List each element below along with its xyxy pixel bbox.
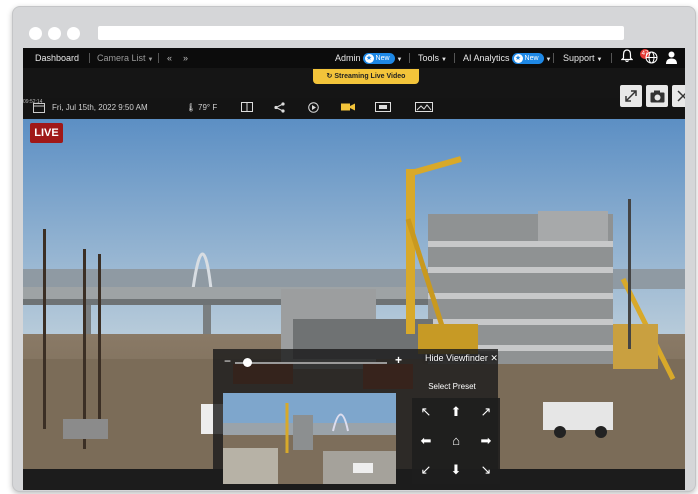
chevron-down-icon: ▼ — [545, 57, 552, 63]
fullscreen-button[interactable] — [620, 85, 642, 107]
pan-down-left-button[interactable]: ↙ — [415, 459, 437, 481]
play-icon[interactable] — [308, 102, 319, 114]
new-badge: ★ New — [511, 53, 544, 65]
browser-frame: Dashboard Camera List ▼ « » Admin ★ New ▼ To… — [12, 6, 696, 492]
expand-icon — [625, 90, 637, 102]
pan-right-button[interactable]: ➡ — [475, 430, 497, 452]
pan-up-button[interactable]: ⬆ — [445, 401, 467, 423]
admin-label: Admin — [335, 53, 361, 63]
nav-admin[interactable]: Admin ★ New ▼ — [335, 48, 402, 68]
nav-divider — [553, 53, 554, 63]
support-label: Support — [563, 53, 595, 63]
viewfinder-thumbnail[interactable] — [223, 393, 396, 484]
prev-camera-button[interactable]: « — [167, 48, 172, 68]
window-dot-2 — [48, 27, 61, 40]
hide-viewfinder-button[interactable]: Hide Viewfinder ✕ — [425, 351, 498, 365]
refresh-icon: ↻ — [326, 73, 333, 80]
camera-icon — [650, 90, 664, 102]
nav-ai-analytics[interactable]: AI Analytics ★ New ▼ — [463, 48, 552, 68]
streaming-label: Streaming Live Video — [334, 73, 406, 80]
zoom-out-button[interactable]: − — [224, 354, 231, 368]
zoom-in-button[interactable]: + — [395, 353, 402, 367]
chevron-down-icon: ▼ — [147, 57, 154, 63]
camera-info-bar: 09:52:14 Fri, Jul 15th, 2022 9:50 AM 🌡 7… — [23, 98, 685, 118]
chevron-down-icon: ▼ — [396, 57, 403, 63]
streaming-status-badge: ↻ Streaming Live Video — [313, 69, 419, 84]
ai-analytics-label: AI Analytics — [463, 53, 510, 63]
home-icon[interactable]: ⌂ — [445, 430, 467, 452]
nav-divider — [158, 53, 159, 63]
pan-up-right-button[interactable]: ↗ — [475, 401, 497, 423]
nav-divider — [409, 53, 410, 63]
zoom-slider-handle[interactable] — [242, 358, 252, 367]
chevron-down-icon: ▼ — [596, 57, 603, 63]
window-dot-1 — [29, 27, 42, 40]
next-camera-button[interactable]: » — [183, 48, 188, 68]
thermometer-icon: 🌡 — [186, 103, 197, 112]
window-dot-3 — [67, 27, 80, 40]
pan-down-right-button[interactable]: ↘ — [475, 459, 497, 481]
hide-viewfinder-label: Hide Viewfinder — [425, 353, 488, 363]
close-icon: ✕ — [490, 353, 498, 363]
share-icon[interactable] — [274, 102, 285, 114]
zoom-slider-track[interactable] — [235, 362, 387, 364]
chevron-down-icon: ▼ — [441, 57, 447, 63]
nav-divider — [89, 53, 90, 63]
nav-tools[interactable]: Tools ▼ — [418, 48, 447, 68]
address-bar[interactable] — [98, 26, 624, 40]
camera-list-label: Camera List — [97, 53, 146, 63]
top-navbar: Dashboard Camera List ▼ « » Admin ★ New ▼ To… — [23, 48, 685, 68]
new-badge-label: New — [524, 55, 539, 63]
new-badge: ★ New — [362, 53, 395, 65]
video-clip-icon[interactable] — [375, 102, 391, 114]
split-view-icon[interactable] — [241, 102, 253, 114]
nav-camera-list[interactable]: Camera List ▼ — [97, 48, 153, 68]
star-icon: ★ — [513, 54, 523, 64]
live-badge: LIVE — [30, 123, 63, 143]
star-icon: ★ — [364, 54, 374, 64]
nav-support[interactable]: Support ▼ — [563, 48, 602, 68]
temperature-display: 79° F — [198, 103, 218, 112]
pan-up-left-button[interactable]: ↖ — [415, 401, 437, 423]
live-camera-icon[interactable] — [341, 102, 355, 114]
pan-left-button[interactable]: ⬅ — [415, 430, 437, 452]
nav-divider — [611, 53, 612, 63]
preset-direction-pad: ↖ ⬆ ↗ ⬅ ⌂ ➡ ↙ ⬇ ↘ — [412, 398, 500, 484]
panorama-icon[interactable] — [415, 102, 433, 114]
tools-label: Tools — [418, 53, 440, 63]
snapshot-button[interactable] — [646, 85, 668, 107]
camera-app: Dashboard Camera List ▼ « » Admin ★ New ▼ To… — [23, 48, 685, 490]
bell-icon[interactable] — [620, 49, 634, 69]
calendar-icon[interactable] — [33, 102, 45, 114]
new-badge-label: New — [375, 55, 390, 63]
nav-divider — [454, 53, 455, 63]
nav-dashboard[interactable]: Dashboard — [35, 48, 79, 68]
date-display: Fri, Jul 15th, 2022 9:50 AM — [52, 103, 148, 112]
close-button[interactable] — [672, 85, 685, 107]
select-preset-label: Select Preset — [428, 382, 476, 391]
close-icon — [677, 90, 685, 102]
thumbnail-image — [223, 393, 396, 484]
pan-down-button[interactable]: ⬇ — [445, 459, 467, 481]
